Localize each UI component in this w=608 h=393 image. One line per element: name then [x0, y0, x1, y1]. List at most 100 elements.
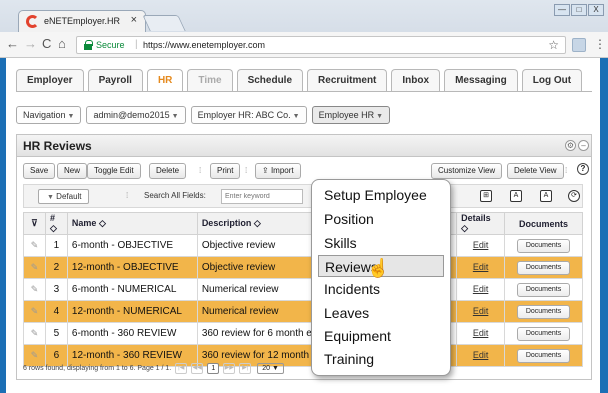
- close-tab-icon[interactable]: ×: [131, 14, 137, 26]
- details-header-label: Details: [461, 213, 491, 223]
- browser-tab[interactable]: eNETEmployer.HR ×: [18, 10, 146, 32]
- edit-link[interactable]: Edit: [473, 350, 489, 360]
- delete-button[interactable]: Delete: [149, 163, 187, 179]
- menu-item-leaves[interactable]: Leaves: [318, 302, 444, 324]
- sort-icon: ◇: [98, 218, 106, 228]
- panel-title: HR Reviews: [23, 139, 92, 153]
- tab-messaging[interactable]: Messaging: [444, 69, 518, 91]
- row-name: 12-month - OBJECTIVE: [66, 256, 198, 279]
- edit-pencil-icon[interactable]: ✎: [31, 328, 39, 338]
- menu-item-equipment[interactable]: Equipment: [318, 325, 444, 347]
- minimize-button[interactable]: —: [554, 4, 570, 16]
- back-arrow-icon[interactable]: ←: [6, 37, 19, 51]
- current-page[interactable]: 1: [207, 363, 220, 374]
- row-number: 5: [44, 322, 68, 345]
- funnel-icon: ⊽: [31, 218, 38, 228]
- new-tab-button[interactable]: [142, 15, 186, 31]
- tab-log-out[interactable]: Log Out: [521, 69, 583, 91]
- pager: 6 rows found, displaying from 1 to 6. Pa…: [23, 363, 284, 374]
- close-window-button[interactable]: X: [588, 4, 604, 16]
- first-page-button[interactable]: |◀: [175, 363, 188, 374]
- navigation-select-label: Navigation: [23, 110, 66, 120]
- row-name: 12-month - NUMERICAL: [66, 300, 198, 323]
- name-column-header[interactable]: Name ◇: [66, 212, 198, 235]
- menu-item-training[interactable]: Training: [318, 348, 444, 370]
- table-row[interactable]: ✎ 2 12-month - OBJECTIVE Objective revie…: [23, 256, 583, 279]
- bookmark-star-icon[interactable]: ☆: [548, 38, 559, 52]
- search-input[interactable]: [221, 189, 303, 204]
- navigation-select[interactable]: Navigation ▼: [16, 106, 82, 124]
- edit-link[interactable]: Edit: [473, 328, 489, 338]
- edit-link[interactable]: Edit: [473, 240, 489, 250]
- documents-button[interactable]: Documents: [516, 326, 571, 341]
- documents-button[interactable]: Documents: [516, 282, 571, 297]
- new-button[interactable]: New: [57, 163, 88, 179]
- row-name: 6-month - NUMERICAL: [66, 278, 198, 301]
- details-column-header[interactable]: Details ◇: [456, 212, 506, 235]
- prev-page-button[interactable]: ◀◀: [191, 363, 204, 374]
- documents-button[interactable]: Documents: [516, 304, 571, 319]
- forward-arrow-icon[interactable]: →: [24, 37, 37, 51]
- edit-pencil-icon[interactable]: ✎: [31, 240, 39, 250]
- last-page-button[interactable]: ▶|: [239, 363, 252, 374]
- documents-button[interactable]: Documents: [516, 238, 571, 253]
- home-icon[interactable]: ⌂: [58, 37, 66, 51]
- row-number: 1: [44, 234, 68, 257]
- import-button[interactable]: ⇪ Import: [255, 163, 301, 179]
- num-column-header[interactable]: # ◇: [44, 212, 68, 235]
- menu-item-skills[interactable]: Skills: [318, 232, 444, 254]
- font-increase-icon[interactable]: A: [510, 190, 522, 202]
- save-button[interactable]: Save: [23, 163, 56, 179]
- edit-pencil-icon[interactable]: ✎: [31, 262, 39, 272]
- filter-column-header[interactable]: ⊽: [23, 212, 46, 235]
- edit-pencil-icon[interactable]: ✎: [31, 306, 39, 316]
- tab-inbox[interactable]: Inbox: [391, 69, 441, 91]
- menu-item-incidents[interactable]: Incidents: [318, 278, 444, 300]
- employer-select[interactable]: Employer HR: ABC Co. ▼: [190, 106, 307, 124]
- tab-employer[interactable]: Employer: [16, 69, 84, 91]
- sort-icon: ◇: [49, 223, 57, 233]
- edit-link[interactable]: Edit: [473, 262, 489, 272]
- tab-schedule[interactable]: Schedule: [236, 69, 304, 91]
- documents-button[interactable]: Documents: [516, 260, 571, 275]
- toggle-edit-button[interactable]: Toggle Edit: [87, 163, 141, 179]
- user-select[interactable]: admin@demo2015 ▼: [86, 106, 186, 124]
- refresh-icon[interactable]: ⟳: [568, 190, 580, 202]
- tab-hr[interactable]: HR: [146, 69, 184, 91]
- sort-icon: ◇: [253, 218, 261, 228]
- collapse-icon[interactable]: –: [578, 140, 589, 151]
- edit-link[interactable]: Edit: [473, 306, 489, 316]
- tab-time[interactable]: Time: [187, 69, 233, 91]
- import-label: Import: [270, 166, 294, 175]
- address-bar[interactable]: Secure | https://www.enetemployer.com ☆: [76, 36, 566, 54]
- table-row[interactable]: ✎ 4 12-month - NUMERICAL Numerical revie…: [23, 300, 583, 323]
- table-row[interactable]: ✎ 1 6-month - OBJECTIVE Objective review…: [23, 234, 583, 257]
- page-size-select[interactable]: 20 ▼: [257, 363, 284, 374]
- settings-icon[interactable]: ⚙: [565, 140, 576, 151]
- menu-item-position[interactable]: Position: [318, 208, 444, 230]
- edit-link[interactable]: Edit: [473, 284, 489, 294]
- url-text: https://www.enetemployer.com: [143, 40, 266, 50]
- table-row[interactable]: ✎ 3 6-month - NUMERICAL Numerical review…: [23, 278, 583, 301]
- maximize-button[interactable]: □: [571, 4, 587, 16]
- employee-hr-select[interactable]: Employee HR ▼: [311, 106, 391, 124]
- edit-pencil-icon[interactable]: ✎: [31, 350, 39, 360]
- tab-payroll[interactable]: Payroll: [87, 69, 143, 91]
- table-row[interactable]: ✎ 5 6-month - 360 REVIEW 360 review for …: [23, 322, 583, 345]
- description-header-label: Description: [201, 218, 252, 228]
- reload-icon[interactable]: C: [42, 37, 51, 51]
- documents-button[interactable]: Documents: [516, 348, 571, 363]
- view-select[interactable]: ▼ Default: [38, 189, 89, 204]
- print-button[interactable]: Print: [210, 163, 241, 179]
- extension-icon[interactable]: [572, 38, 586, 52]
- export-icon[interactable]: ⊞: [480, 190, 492, 202]
- menu-item-setup-employee[interactable]: Setup Employee: [318, 184, 444, 206]
- customize-view-button[interactable]: Customize View: [431, 163, 503, 179]
- next-page-button[interactable]: ▶▶: [223, 363, 236, 374]
- browser-menu-icon[interactable]: ⋮: [594, 37, 606, 51]
- tab-recruitment[interactable]: Recruitment: [307, 69, 388, 91]
- edit-pencil-icon[interactable]: ✎: [31, 284, 39, 294]
- help-icon[interactable]: ?: [577, 163, 589, 175]
- font-decrease-icon[interactable]: A: [540, 190, 552, 202]
- delete-view-button[interactable]: Delete View: [507, 163, 564, 179]
